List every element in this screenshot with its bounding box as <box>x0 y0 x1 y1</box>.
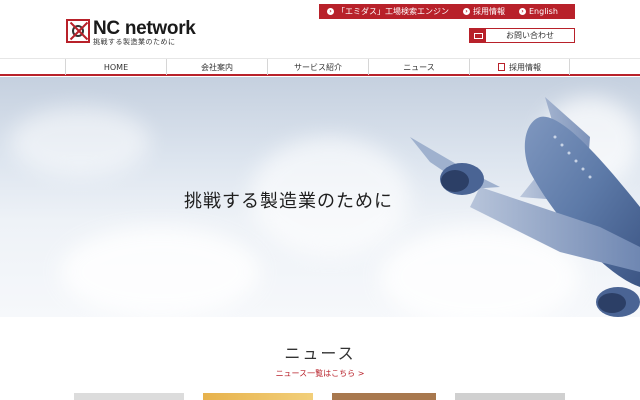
hero-banner: 挑戦する製造業のために <box>0 77 640 317</box>
logo-tagline: 挑戦する製造業のために <box>93 38 176 46</box>
nav-item-news[interactable]: ニュース <box>368 59 469 75</box>
arrow-circle-icon: › <box>519 8 526 15</box>
news-thumbnail[interactable] <box>203 393 313 400</box>
main-nav: HOME 会社案内 サービス紹介 ニュース 採用情報 <box>0 58 640 76</box>
logo-name: NC network <box>93 18 196 39</box>
nav-item-home[interactable]: HOME <box>65 59 166 75</box>
nav-item-label: 採用情報 <box>509 62 541 72</box>
nav-item-label: 会社案内 <box>201 62 233 72</box>
emidas-link-label: 「エミダス」工場検索エンジン <box>337 7 449 16</box>
english-link-label: English <box>529 7 558 16</box>
hero-title: 挑戦する製造業のために <box>184 191 393 212</box>
recruit-top-link-label: 採用情報 <box>473 7 505 16</box>
arrow-circle-icon: › <box>463 8 470 15</box>
news-heading: ニュース <box>284 344 356 363</box>
nav-item-services[interactable]: サービス紹介 <box>267 59 368 75</box>
news-thumbnail[interactable] <box>332 393 436 400</box>
contact-label: お問い合わせ <box>506 31 554 40</box>
site-logo[interactable]: NC network 挑戦する製造業のために <box>66 19 196 46</box>
news-thumbnail[interactable] <box>455 393 565 400</box>
document-icon <box>498 63 505 71</box>
news-thumbnail[interactable] <box>74 393 184 400</box>
english-link[interactable]: › English <box>519 7 558 16</box>
recruit-top-link[interactable]: › 採用情報 <box>463 6 505 17</box>
mail-icon <box>470 29 486 42</box>
emidas-link[interactable]: › 「エミダス」工場検索エンジン <box>327 6 449 17</box>
top-utility-bar: › 「エミダス」工場検索エンジン › 採用情報 › English <box>319 4 575 19</box>
nav-item-label: ニュース <box>403 62 435 72</box>
contact-button[interactable]: お問い合わせ <box>469 28 575 43</box>
arrow-circle-icon: › <box>327 8 334 15</box>
nav-item-label: HOME <box>103 62 129 72</box>
nav-item-label: サービス紹介 <box>294 62 342 72</box>
news-list-link[interactable]: ニュース一覧はこちら > <box>0 368 640 379</box>
nav-item-recruit[interactable]: 採用情報 <box>469 59 570 75</box>
logo-mark-icon <box>66 19 90 43</box>
nav-item-company[interactable]: 会社案内 <box>166 59 267 75</box>
